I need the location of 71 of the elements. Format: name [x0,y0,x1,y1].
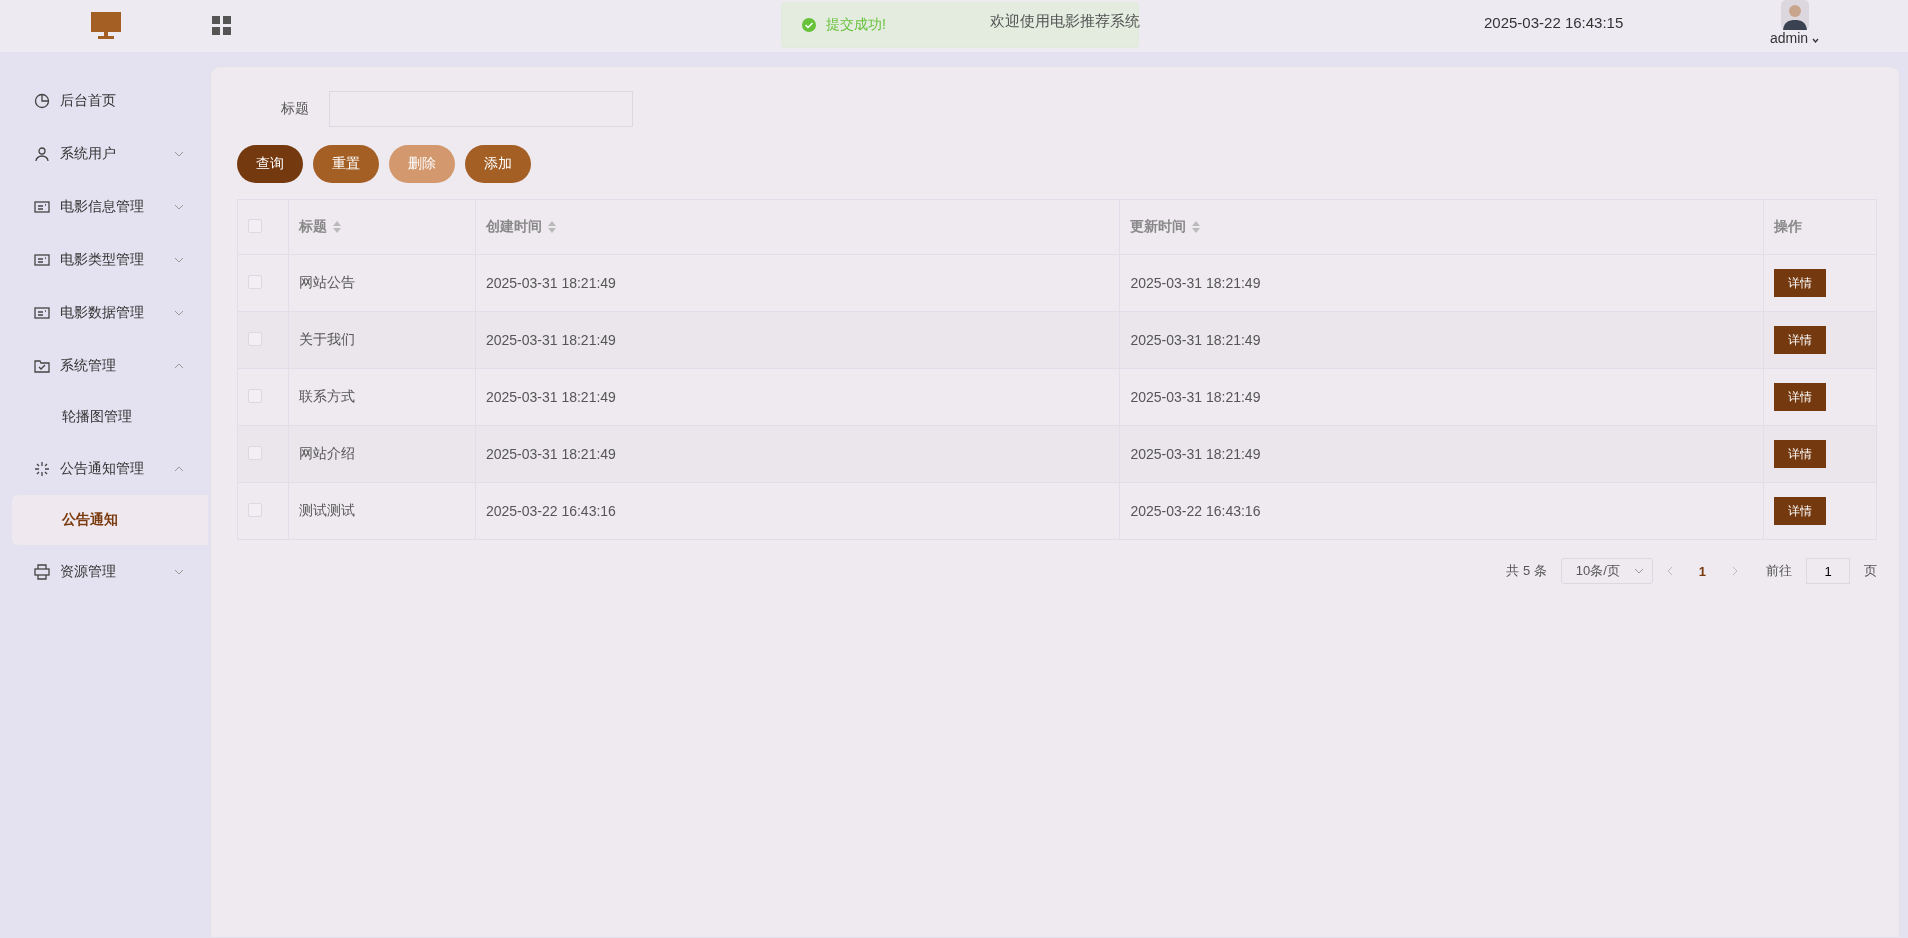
reset-button[interactable]: 重置 [313,145,379,183]
goto-label: 前往 [1766,562,1792,580]
user-menu[interactable]: admin [1770,30,1820,46]
detail-button[interactable]: 详情 [1774,440,1826,468]
detail-button[interactable]: 详情 [1774,326,1826,354]
sidebar-item[interactable]: 系统用户 [0,127,208,180]
chevron-down-icon [174,256,184,263]
total-count: 共 5 条 [1506,562,1547,580]
detail-button[interactable]: 详情 [1774,497,1826,525]
sort-icon[interactable] [333,221,341,233]
chevron-down-icon [1633,568,1644,574]
table-cell: 2025-03-31 18:21:49 [475,254,1120,312]
prev-page-icon[interactable] [1666,566,1673,576]
table-cell: 2025-03-31 18:21:49 [1119,368,1764,426]
detail-button[interactable]: 详情 [1774,383,1826,411]
card-icon [34,304,50,321]
current-datetime: 2025-03-22 16:43:15 [1484,14,1624,31]
chevron-up-icon [174,362,184,369]
sidebar-item[interactable]: 电影数据管理 [0,286,208,339]
next-page-icon[interactable] [1732,566,1738,576]
card-icon [34,198,50,215]
chevron-down-icon [174,309,184,316]
pie-chart-icon [34,92,50,109]
table-cell: 2025-03-31 18:21:49 [475,311,1120,369]
chevron-down-icon [174,203,184,210]
filter-label: 标题 [281,100,309,118]
column-header: 操作 [1774,218,1802,236]
sidebar-subitem[interactable]: 轮播图管理 [12,392,208,442]
table-cell: 测试测试 [288,482,476,540]
folder-icon [34,357,50,374]
table-cell: 2025-03-22 16:43:16 [475,482,1120,540]
query-button[interactable]: 查询 [237,145,303,183]
table-cell: 2025-03-31 18:21:49 [1119,425,1764,483]
sidebar-item[interactable]: 资源管理 [0,545,208,598]
sidebar-item[interactable]: 公告通知管理 [0,442,208,495]
user-icon [34,145,50,162]
table-cell: 联系方式 [288,368,476,426]
monitor-logo-icon [91,12,121,40]
check-circle-icon [802,18,816,32]
table-cell: 网站公告 [288,254,476,312]
goto-page-input[interactable]: 1 [1806,558,1850,584]
table-cell: 网站介绍 [288,425,476,483]
toast-message: 提交成功! [826,16,886,34]
table-cell: 2025-03-31 18:21:49 [475,425,1120,483]
grid-menu-icon[interactable] [212,16,232,36]
chevron-down-icon [174,150,184,157]
avatar-icon[interactable] [1778,0,1811,30]
page-size-select[interactable]: 10条/页 [1560,558,1653,584]
add-button[interactable]: 添加 [465,145,531,183]
sidebar-item[interactable]: 电影信息管理 [0,180,208,233]
system-title: 欢迎使用电影推荐系统 [990,12,1140,31]
card-icon [34,251,50,268]
table-cell: 2025-03-31 18:21:49 [1119,311,1764,369]
printer-icon [34,563,50,580]
chevron-up-icon [174,465,184,472]
sort-icon[interactable] [1192,221,1201,233]
sidebar-item[interactable]: 系统管理 [0,339,208,392]
loading-icon [34,460,50,477]
table-cell: 2025-03-31 18:21:49 [475,368,1120,426]
chevron-down-icon [174,568,184,575]
sidebar-item[interactable]: 电影类型管理 [0,233,208,286]
table-cell: 2025-03-31 18:21:49 [1119,254,1764,312]
sidebar-subitem[interactable]: 公告通知 [12,495,208,545]
sort-icon[interactable] [547,221,556,233]
table-cell: 关于我们 [288,311,476,369]
table-cell: 2025-03-22 16:43:16 [1119,482,1764,540]
goto-suffix: 页 [1864,562,1877,580]
caret-down-icon [1812,38,1820,43]
page-number[interactable]: 1 [1686,563,1718,579]
detail-button[interactable]: 详情 [1774,269,1826,297]
sidebar-item[interactable]: 后台首页 [0,74,208,127]
